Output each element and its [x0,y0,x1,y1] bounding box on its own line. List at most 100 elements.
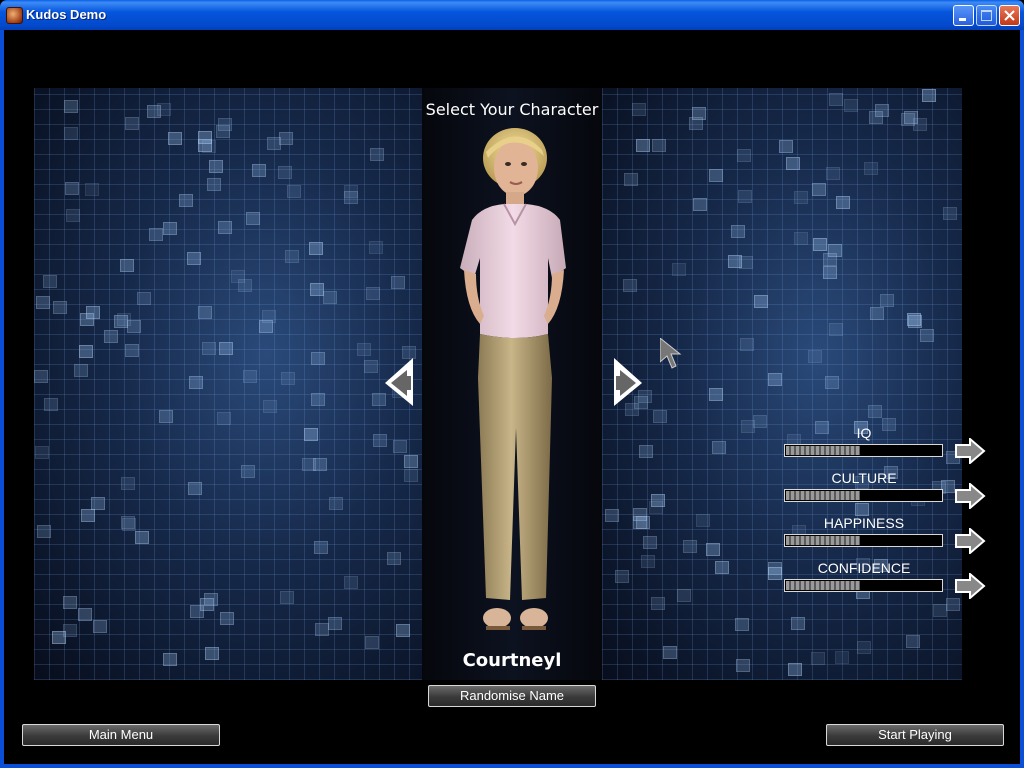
increase-iq-arrow-icon[interactable] [954,438,986,464]
background-tile [672,263,686,276]
background-tile [135,531,149,544]
stat-label-happiness: HAPPINESS [823,515,905,531]
background-tile [823,266,837,279]
stat-fill-confidence [786,581,860,590]
increase-happiness-arrow-icon[interactable] [954,528,986,554]
randomise-name-button[interactable]: Randomise Name [428,685,596,707]
background-tile [205,647,219,660]
screen-heading: Select Your Character [425,100,599,119]
background-tile [188,482,202,495]
background-tile [741,420,755,433]
background-tile [311,393,325,406]
maximize-button[interactable] [976,5,997,26]
background-tile [287,185,301,198]
character-name: Courtneyl [462,650,562,671]
background-tile [168,132,182,145]
background-tile [696,514,710,527]
background-tile [404,469,418,482]
increase-culture-arrow-icon[interactable] [954,483,986,509]
background-tile [794,232,808,245]
close-icon [1004,10,1015,21]
main-menu-button[interactable]: Main Menu [22,724,220,746]
background-tile [946,598,960,611]
background-tile [267,137,281,150]
background-tile [366,287,380,300]
background-tile [709,388,723,401]
background-tile [692,107,706,120]
background-tile [344,576,358,589]
background-tile [663,646,677,659]
background-tile [74,364,88,377]
background-tile [120,259,134,272]
background-tile [117,313,131,326]
background-tile [811,652,825,665]
background-tile [870,307,884,320]
background-tile [36,296,50,309]
background-tile [344,191,358,204]
background-tile [396,624,410,637]
title-bar[interactable]: Kudos Demo [0,0,1024,30]
background-tile [693,198,707,211]
stat-bar-culture [784,489,943,502]
stat-fill-iq [786,446,860,455]
background-tile [615,570,629,583]
background-tile [880,294,894,307]
background-tile [735,618,749,631]
background-tile [163,653,177,666]
background-tile [835,651,849,664]
background-tile [241,465,255,478]
background-tile [218,221,232,234]
background-tile [314,541,328,554]
background-tile [37,525,51,538]
background-tile [81,509,95,522]
background-tile [263,400,277,413]
character-figure [460,128,566,630]
background-panel-left [34,88,422,680]
background-tile [357,343,371,356]
stat-label-culture: CULTURE [831,470,897,486]
background-tile [370,148,384,161]
background-tile [159,410,173,423]
background-tile [709,169,723,182]
background-tile [369,241,383,254]
increase-confidence-arrow-icon[interactable] [954,573,986,599]
background-tile [754,295,768,308]
background-tile [920,329,934,342]
next-character-arrow-icon[interactable] [612,356,644,410]
background-tile [373,434,387,447]
background-tile [836,196,850,209]
previous-character-arrow-icon[interactable] [383,356,415,410]
background-tile [779,140,793,153]
background-tile [813,238,827,251]
background-tile [121,516,135,529]
window-title: Kudos Demo [26,7,107,22]
background-tile [231,270,245,283]
start-playing-button[interactable]: Start Playing [826,724,1004,746]
background-tile [187,252,201,265]
background-tile [280,591,294,604]
background-tile [826,167,840,180]
background-tile [636,139,650,152]
background-tile [137,292,151,305]
background-tile [43,275,57,288]
background-tile [643,536,657,549]
background-tile [219,342,233,355]
background-tile [808,350,822,363]
minimize-button[interactable] [953,5,974,26]
stat-label-confidence: CONFIDENCE [817,560,911,576]
background-tile [715,561,729,574]
background-tile [864,162,878,175]
close-button[interactable] [999,5,1020,26]
background-tile [829,93,843,106]
background-tile [78,608,92,621]
background-tile [220,612,234,625]
background-tile [189,376,203,389]
mouse-cursor-icon [660,338,682,369]
background-tile [311,352,325,365]
stat-fill-culture [786,491,860,500]
background-tile [391,276,405,289]
background-tile [93,620,107,633]
background-tile [53,301,67,314]
background-tile [844,99,858,112]
background-tile [875,104,889,117]
